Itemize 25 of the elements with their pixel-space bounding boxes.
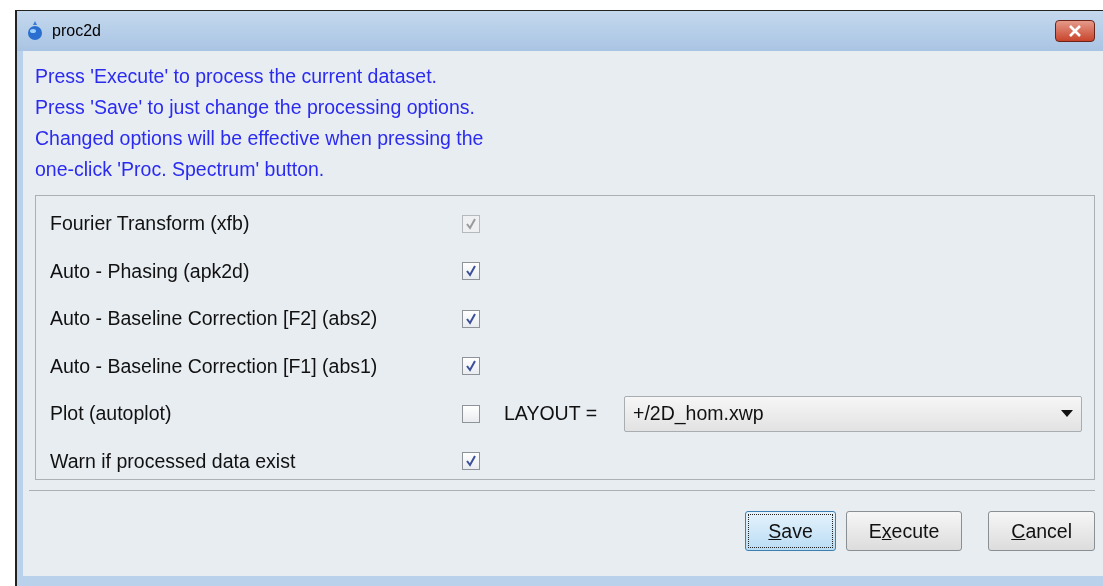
option-label: Auto - Baseline Correction [F2] (abs2) [50,307,379,331]
layout-dropdown[interactable]: +/2D_hom.xwp [624,395,1082,432]
dialog-button[interactable]: Cancel [988,511,1095,551]
option-label: Auto - Baseline Correction [F1] (abs1) [50,354,379,378]
checkbox[interactable] [462,262,480,281]
window-title: proc2d [52,22,102,40]
close-button[interactable] [1055,20,1095,42]
globe-icon [26,21,44,41]
checkbox[interactable] [462,357,480,376]
option-label: Plot (autoplot) [50,402,173,426]
checkbox[interactable] [462,404,480,423]
close-icon [1068,25,1082,37]
option-label: Warn if processed data exist [50,449,297,473]
info-text: one-click 'Proc. Spectrum' button. [35,157,326,182]
option-label: Auto - Phasing (apk2d) [50,259,251,283]
dialog-button[interactable]: Save [745,511,836,551]
dialog-button[interactable]: Execute [845,511,963,551]
option-label: Fourier Transform (xfb) [50,212,251,236]
checkbox[interactable] [462,452,480,471]
info-text: Press 'Save' to just change the processing options. [35,95,476,120]
caret-icon [1061,410,1073,418]
info-text: Changed options will be effective when pressing the [35,126,485,151]
checkbox[interactable] [462,309,480,328]
info-text: Press 'Execute' to process the current dataset. [35,64,438,89]
layout-label: LAYOUT = [503,402,599,426]
